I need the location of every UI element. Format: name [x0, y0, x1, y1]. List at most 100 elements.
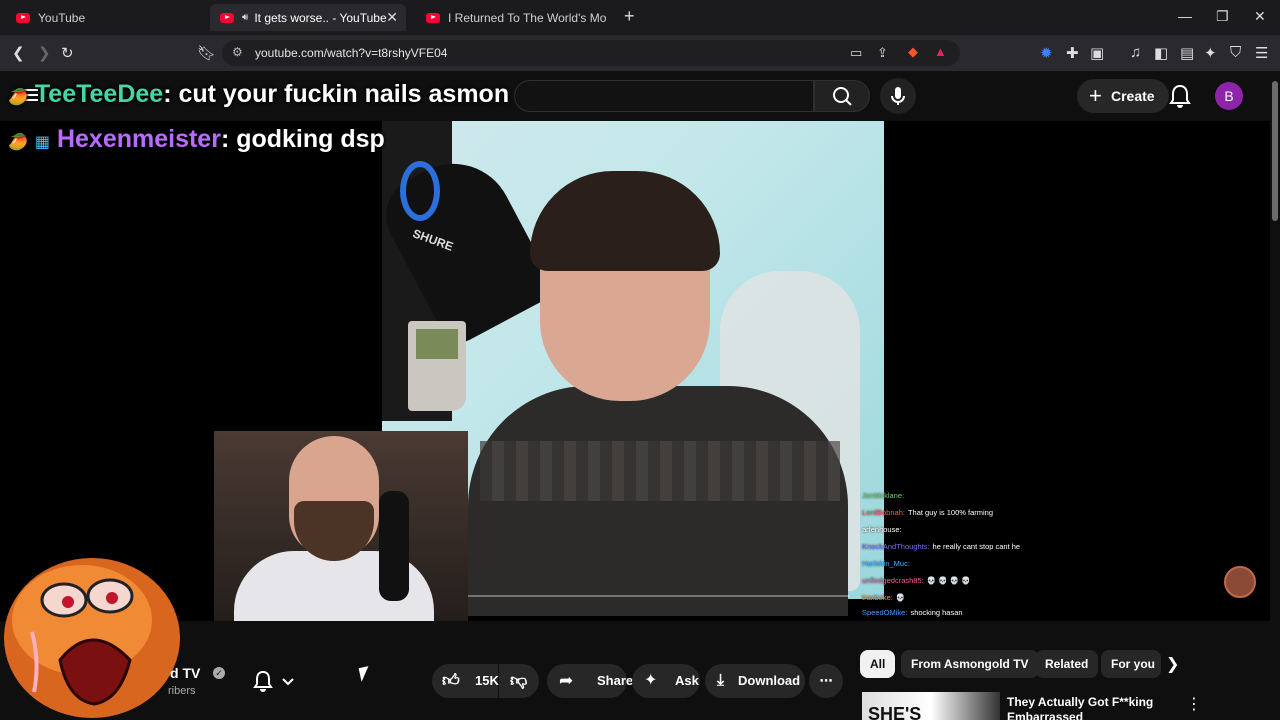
brave-rewards-icon[interactable]: ▲ — [934, 44, 947, 59]
chat-message: SpeedOMike: shocking hasan — [862, 608, 963, 617]
screenshot-icon[interactable]: ▣ — [1090, 44, 1104, 62]
leo-ai-icon[interactable]: ✦ — [1204, 44, 1217, 62]
share-button[interactable]: ➦ Share — [547, 664, 633, 698]
youtube-favicon-icon — [16, 12, 30, 23]
dislike-button[interactable]: 👎︎ — [499, 664, 539, 698]
create-button[interactable]: + Create — [1077, 79, 1169, 113]
download-button[interactable]: ⤓ Download — [705, 664, 805, 698]
overlay-chat-user: Hexenmeister — [56, 125, 221, 153]
microphone-ring — [400, 161, 440, 221]
reactor-webcam — [214, 431, 468, 621]
subscribed-bell-icon — [253, 670, 294, 692]
chat-message: traxbeke: 💀 — [862, 593, 906, 602]
emote-icon: 🥭 — [8, 134, 28, 151]
scrollbar-thumb[interactable] — [1272, 81, 1278, 221]
ask-button[interactable]: ✦ Ask — [632, 664, 700, 698]
youtube-favicon-icon — [220, 12, 234, 23]
search-icon — [833, 87, 852, 106]
close-tab-icon[interactable]: ✕ — [386, 9, 398, 26]
more-icon: ⋯ — [819, 673, 833, 688]
sidebar-icon[interactable]: ◧ — [1154, 44, 1168, 62]
close-window-button[interactable]: ✕ — [1254, 8, 1266, 25]
tab-title: It gets worse.. - YouTube — [254, 10, 387, 25]
tab-youtube[interactable]: YouTube — [6, 4, 206, 31]
extension-icon[interactable]: ✹ — [1040, 44, 1053, 62]
site-info-icon[interactable]: ⚙ — [232, 45, 243, 59]
badge-icon: ▦ — [34, 134, 50, 151]
download-icon: ⤓ — [717, 672, 725, 689]
brave-shields-icon[interactable]: ◆ — [908, 44, 918, 60]
chip-all[interactable]: All — [860, 650, 896, 678]
recommendation-thumbnail[interactable]: SHE'S — [862, 692, 1000, 720]
stream-chat-overlay: JonMcklane: LordBobnah: That guy is 100% … — [858, 488, 1048, 618]
chat-message: LordBobnah: That guy is 100% farming — [862, 508, 993, 517]
search-button[interactable] — [814, 80, 870, 112]
streamer-sweater — [468, 386, 848, 616]
chip-from-channel[interactable]: From Asmongold TV — [901, 650, 1039, 678]
create-label: Create — [1111, 88, 1155, 104]
webcam-microphone — [379, 491, 409, 601]
tab-returned-video[interactable]: I Returned To The World's Most Pollu — [416, 4, 616, 31]
vpn-icon[interactable]: ⛉ — [1230, 44, 1241, 61]
like-button[interactable]: 👍︎ 15K — [432, 664, 499, 698]
voice-search-button[interactable] — [880, 78, 916, 114]
gameboy-console — [408, 321, 466, 411]
share-arrow-icon: ➦ — [559, 671, 574, 690]
search-input[interactable] — [514, 80, 814, 112]
minimize-button[interactable]: — — [1178, 8, 1192, 24]
sparkle-icon: ✦ — [644, 672, 658, 689]
back-icon[interactable]: ❮ — [12, 44, 25, 62]
chevron-right-icon[interactable]: ❯ — [1166, 654, 1179, 674]
browser-toolbar: ❮ ❯ ↻ 🔖︎ ⚙ youtube.com/watch?v=t8rshyVFE… — [0, 35, 1280, 71]
bookmark-icon[interactable]: 🔖︎ — [197, 44, 216, 62]
share-label: Share — [597, 673, 634, 688]
microphone-icon — [891, 87, 905, 105]
forward-icon[interactable]: ❯ — [38, 44, 51, 62]
like-count: 15K — [475, 673, 499, 688]
video-player[interactable]: SHURE JonMcklane: LordBobnah: That guy is… — [0, 121, 1270, 621]
emote-icon: 🥭 — [8, 89, 28, 106]
media-icon[interactable]: ♫ — [1130, 44, 1141, 61]
thumbs-down-icon: 👎︎ — [510, 671, 528, 690]
chat-message: Harlekin_Muc: — [862, 559, 910, 568]
plus-icon: + — [1089, 83, 1102, 108]
reload-icon[interactable]: ↻ — [61, 44, 74, 62]
tab-current-video[interactable]: 🔊︎ It gets worse.. - YouTube ✕ — [210, 4, 406, 31]
browser-tab-bar: YouTube 🔊︎ It gets worse.. - YouTube ✕ I… — [0, 0, 1280, 35]
cast-icon[interactable]: ▭ — [850, 45, 862, 61]
overlay-chat-message: : cut your fuckin nails asmon — [163, 80, 510, 108]
account-avatar[interactable]: B — [1215, 82, 1243, 110]
recommendation-title[interactable]: They Actually Got F**king Embarrassed — [1007, 695, 1167, 720]
chat-message: arfenhouse: — [862, 525, 902, 534]
mouse-cursor-icon — [358, 666, 372, 682]
browser-window: { "browser": { "tabs": [ {"title": "YouT… — [0, 0, 1280, 720]
new-tab-button[interactable]: + — [624, 6, 635, 27]
overlay-chat-line: 🥭 ▦ Hexenmeister: godking dsp — [8, 125, 385, 154]
youtube-favicon-icon — [426, 12, 440, 23]
video-progress-bar[interactable] — [468, 595, 850, 597]
more-actions-button[interactable]: ⋯ — [809, 664, 843, 698]
chip-related[interactable]: Related — [1035, 650, 1099, 678]
extensions-puzzle-icon[interactable]: ✚ — [1066, 44, 1079, 62]
notification-preference-button[interactable] — [246, 664, 306, 698]
menu-icon[interactable]: ☰ — [1255, 44, 1268, 62]
speaker-icon[interactable]: 🔊︎ — [242, 12, 248, 23]
address-bar[interactable]: ⚙ youtube.com/watch?v=t8rshyVFE04 ▭ ⇪ ◆ … — [222, 40, 960, 66]
tab-title: I Returned To The World's Most Pollu — [448, 10, 606, 25]
gameboy-screen — [416, 329, 458, 359]
overlay-chat-message: : godking dsp — [220, 125, 385, 153]
wallet-icon[interactable]: ▤ — [1180, 44, 1194, 62]
page-scrollbar[interactable] — [1270, 71, 1280, 720]
notifications-bell-icon[interactable] — [1168, 83, 1192, 109]
chip-for-you[interactable]: For you — [1101, 650, 1161, 678]
url-text[interactable]: youtube.com/watch?v=t8rshyVFE04 — [255, 46, 447, 60]
overlay-chat-line: 🥭 TeeTeeDee: cut your fuckin nails asmon — [8, 80, 509, 109]
floating-avatar[interactable] — [1224, 566, 1256, 598]
share-page-icon[interactable]: ⇪ — [877, 45, 888, 61]
channel-name[interactable]: d TV — [170, 665, 200, 681]
more-vertical-icon[interactable]: ⋮ — [1186, 694, 1202, 714]
thumbnail-text: SHE'S — [868, 704, 922, 720]
overlay-chat-user: TeeTeeDee — [34, 80, 164, 108]
verified-check-icon: ✓ — [213, 667, 225, 679]
maximize-button[interactable]: ❐ — [1216, 8, 1229, 25]
